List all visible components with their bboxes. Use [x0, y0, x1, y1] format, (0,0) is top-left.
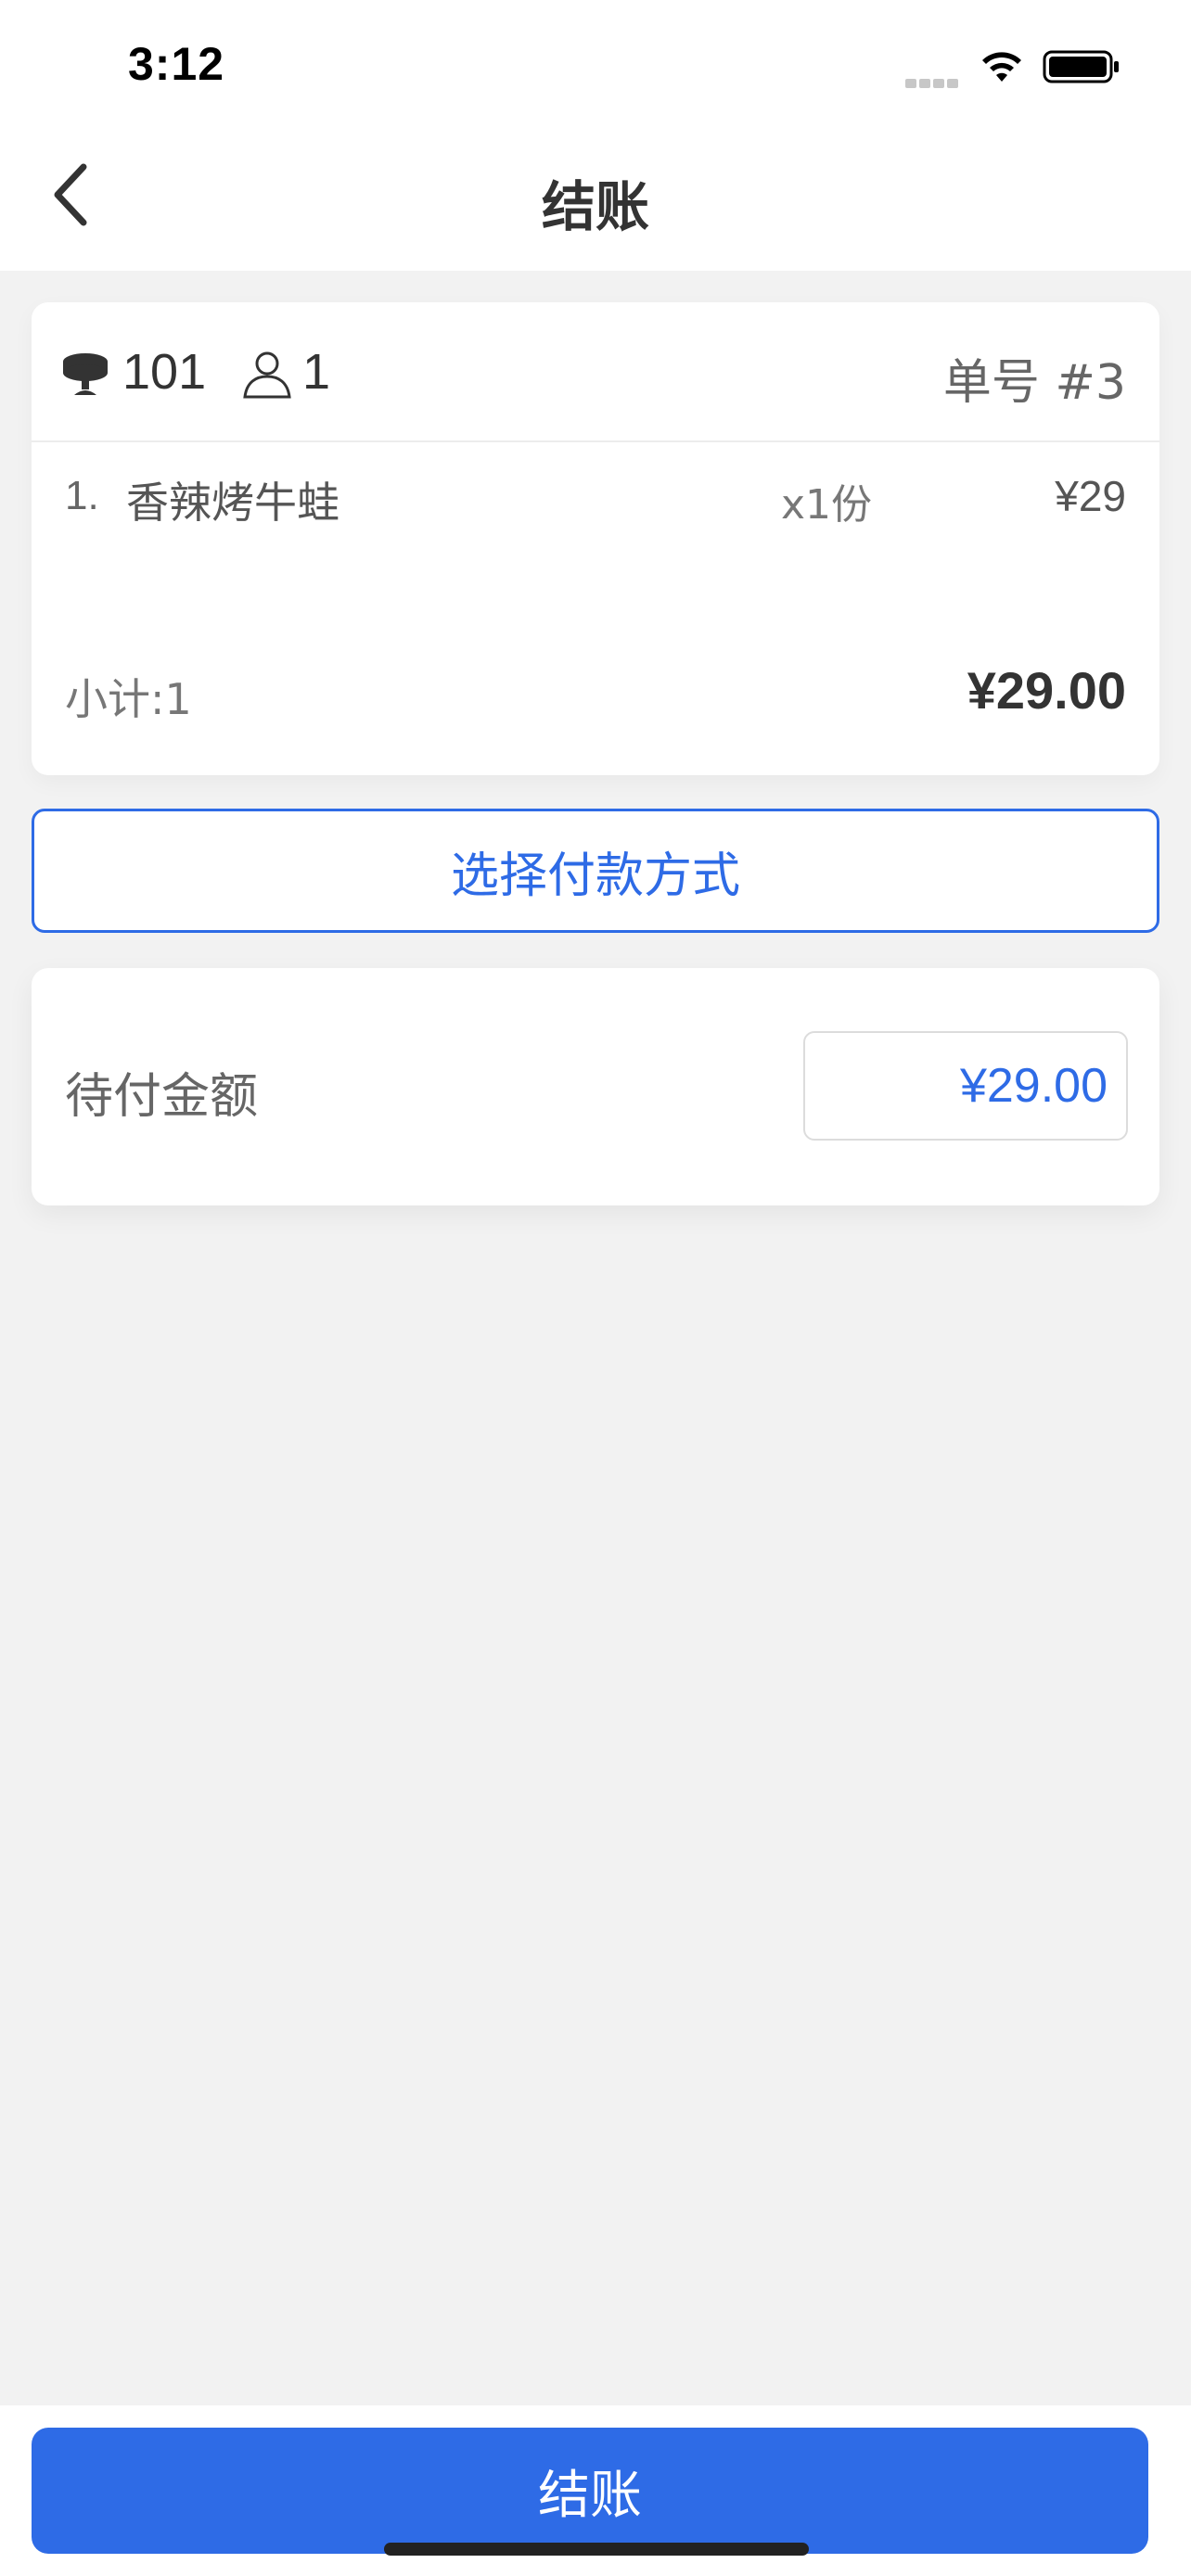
subtotal-value: ¥29.00	[967, 661, 1126, 720]
table-icon	[63, 353, 108, 395]
item-quantity: x1份	[781, 481, 873, 529]
page-title: 结账	[541, 175, 649, 238]
select-payment-method-button[interactable]: 选择付款方式	[32, 809, 1159, 933]
order-card: 101 1 单号 #3 1. 香辣烤牛蛙 x1份 ¥29 小计:1 ¥29.00	[32, 302, 1159, 775]
amount-due-card: 待付金额	[32, 968, 1159, 1205]
battery-icon	[1043, 50, 1119, 83]
amount-due-input[interactable]	[803, 1031, 1128, 1141]
order-header: 101 1 单号 #3	[32, 302, 1159, 442]
home-indicator	[384, 2543, 809, 2556]
list-item: 1. 香辣烤牛蛙 x1份 ¥29	[32, 469, 1159, 534]
bottom-bar: 结账	[0, 2405, 1191, 2576]
checkout-page: 3:12 结账 101 1 单号 #3 1. 香辣烤牛蛙 x1份 ¥29 小计:…	[0, 0, 1191, 2576]
nav-bar: 结账	[0, 130, 1191, 271]
order-number: 单号 #3	[942, 355, 1126, 411]
cellular-signal-icon	[905, 74, 961, 92]
status-time: 3:12	[128, 38, 225, 90]
wifi-icon	[982, 52, 1021, 82]
item-price: ¥29	[1055, 472, 1126, 520]
status-bar: 3:12	[0, 0, 1191, 130]
table-number: 101	[122, 344, 207, 400]
subtotal-label: 小计:1	[65, 674, 192, 724]
item-name: 香辣烤牛蛙	[126, 478, 339, 528]
checkout-button[interactable]: 结账	[32, 2428, 1148, 2554]
amount-due-label: 待付金额	[65, 1069, 259, 1125]
item-index: 1.	[65, 473, 99, 518]
person-icon	[243, 351, 291, 399]
guest-count: 1	[302, 344, 331, 400]
